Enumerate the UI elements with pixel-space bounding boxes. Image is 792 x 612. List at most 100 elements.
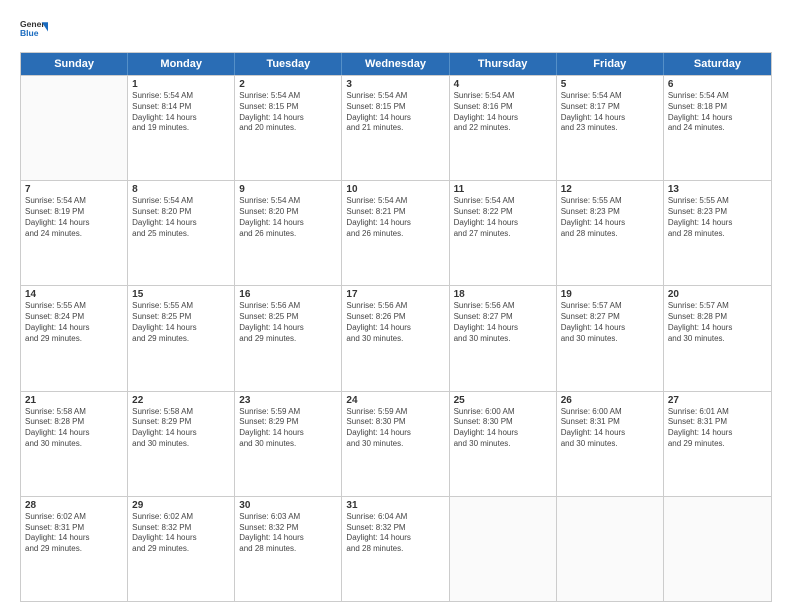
day-number: 1 <box>132 79 230 90</box>
day-number: 24 <box>346 395 444 406</box>
daylight-hours: Daylight: 14 hours <box>346 533 444 544</box>
daylight-minutes: and 30 minutes. <box>454 334 552 345</box>
daylight-minutes: and 28 minutes. <box>239 544 337 555</box>
day-number: 4 <box>454 79 552 90</box>
calendar-cell-13: 13Sunrise: 5:55 AMSunset: 8:23 PMDayligh… <box>664 181 771 285</box>
svg-text:Blue: Blue <box>20 28 39 38</box>
calendar-cell-4: 4Sunrise: 5:54 AMSunset: 8:16 PMDaylight… <box>450 76 557 180</box>
calendar-row-3: 14Sunrise: 5:55 AMSunset: 8:24 PMDayligh… <box>21 285 771 390</box>
daylight-hours: Daylight: 14 hours <box>346 428 444 439</box>
daylight-hours: Daylight: 14 hours <box>239 533 337 544</box>
sunset-text: Sunset: 8:22 PM <box>454 207 552 218</box>
sunset-text: Sunset: 8:19 PM <box>25 207 123 218</box>
logo: General Blue <box>20 16 48 44</box>
day-number: 9 <box>239 184 337 195</box>
daylight-minutes: and 23 minutes. <box>561 123 659 134</box>
sunrise-text: Sunrise: 5:59 AM <box>239 407 337 418</box>
daylight-minutes: and 26 minutes. <box>346 229 444 240</box>
sunset-text: Sunset: 8:32 PM <box>239 523 337 534</box>
calendar-cell-25: 25Sunrise: 6:00 AMSunset: 8:30 PMDayligh… <box>450 392 557 496</box>
sunset-text: Sunset: 8:20 PM <box>239 207 337 218</box>
daylight-hours: Daylight: 14 hours <box>561 218 659 229</box>
sunset-text: Sunset: 8:29 PM <box>132 417 230 428</box>
header-day-thursday: Thursday <box>450 53 557 75</box>
sunset-text: Sunset: 8:28 PM <box>25 417 123 428</box>
daylight-hours: Daylight: 14 hours <box>239 113 337 124</box>
sunrise-text: Sunrise: 6:00 AM <box>561 407 659 418</box>
day-number: 17 <box>346 289 444 300</box>
daylight-hours: Daylight: 14 hours <box>454 218 552 229</box>
sunrise-text: Sunrise: 5:55 AM <box>25 301 123 312</box>
daylight-minutes: and 28 minutes. <box>346 544 444 555</box>
sunrise-text: Sunrise: 5:57 AM <box>561 301 659 312</box>
daylight-minutes: and 20 minutes. <box>239 123 337 134</box>
day-number: 18 <box>454 289 552 300</box>
daylight-minutes: and 30 minutes. <box>239 439 337 450</box>
daylight-hours: Daylight: 14 hours <box>346 323 444 334</box>
sunrise-text: Sunrise: 5:54 AM <box>132 196 230 207</box>
sunrise-text: Sunrise: 6:00 AM <box>454 407 552 418</box>
daylight-hours: Daylight: 14 hours <box>668 218 767 229</box>
calendar-cell-empty <box>557 497 664 601</box>
daylight-minutes: and 30 minutes. <box>668 334 767 345</box>
daylight-hours: Daylight: 14 hours <box>132 113 230 124</box>
daylight-hours: Daylight: 14 hours <box>132 428 230 439</box>
sunrise-text: Sunrise: 5:55 AM <box>668 196 767 207</box>
sunrise-text: Sunrise: 5:56 AM <box>239 301 337 312</box>
sunset-text: Sunset: 8:32 PM <box>132 523 230 534</box>
calendar-row-1: 1Sunrise: 5:54 AMSunset: 8:14 PMDaylight… <box>21 75 771 180</box>
sunset-text: Sunset: 8:17 PM <box>561 102 659 113</box>
calendar-cell-5: 5Sunrise: 5:54 AMSunset: 8:17 PMDaylight… <box>557 76 664 180</box>
calendar-cell-23: 23Sunrise: 5:59 AMSunset: 8:29 PMDayligh… <box>235 392 342 496</box>
day-number: 25 <box>454 395 552 406</box>
day-number: 21 <box>25 395 123 406</box>
day-number: 22 <box>132 395 230 406</box>
daylight-minutes: and 30 minutes. <box>346 439 444 450</box>
day-number: 20 <box>668 289 767 300</box>
daylight-minutes: and 30 minutes. <box>132 439 230 450</box>
day-number: 19 <box>561 289 659 300</box>
sunset-text: Sunset: 8:27 PM <box>454 312 552 323</box>
daylight-hours: Daylight: 14 hours <box>132 323 230 334</box>
daylight-minutes: and 24 minutes. <box>25 229 123 240</box>
day-number: 28 <box>25 500 123 511</box>
calendar-cell-24: 24Sunrise: 5:59 AMSunset: 8:30 PMDayligh… <box>342 392 449 496</box>
sunrise-text: Sunrise: 5:57 AM <box>668 301 767 312</box>
day-number: 11 <box>454 184 552 195</box>
calendar: SundayMondayTuesdayWednesdayThursdayFrid… <box>20 52 772 602</box>
calendar-cell-9: 9Sunrise: 5:54 AMSunset: 8:20 PMDaylight… <box>235 181 342 285</box>
sunset-text: Sunset: 8:30 PM <box>346 417 444 428</box>
daylight-hours: Daylight: 14 hours <box>668 428 767 439</box>
daylight-hours: Daylight: 14 hours <box>239 323 337 334</box>
sunrise-text: Sunrise: 5:54 AM <box>239 196 337 207</box>
daylight-minutes: and 29 minutes. <box>25 544 123 555</box>
day-number: 10 <box>346 184 444 195</box>
calendar-cell-10: 10Sunrise: 5:54 AMSunset: 8:21 PMDayligh… <box>342 181 449 285</box>
daylight-hours: Daylight: 14 hours <box>454 428 552 439</box>
sunset-text: Sunset: 8:32 PM <box>346 523 444 534</box>
sunrise-text: Sunrise: 5:58 AM <box>25 407 123 418</box>
daylight-minutes: and 30 minutes. <box>346 334 444 345</box>
daylight-hours: Daylight: 14 hours <box>25 323 123 334</box>
sunset-text: Sunset: 8:31 PM <box>561 417 659 428</box>
daylight-hours: Daylight: 14 hours <box>25 428 123 439</box>
daylight-minutes: and 29 minutes. <box>668 439 767 450</box>
calendar-cell-6: 6Sunrise: 5:54 AMSunset: 8:18 PMDaylight… <box>664 76 771 180</box>
calendar-cell-27: 27Sunrise: 6:01 AMSunset: 8:31 PMDayligh… <box>664 392 771 496</box>
calendar-page: General Blue SundayMondayTuesdayWednesda… <box>0 0 792 612</box>
calendar-cell-1: 1Sunrise: 5:54 AMSunset: 8:14 PMDaylight… <box>128 76 235 180</box>
calendar-row-4: 21Sunrise: 5:58 AMSunset: 8:28 PMDayligh… <box>21 391 771 496</box>
day-number: 16 <box>239 289 337 300</box>
sunset-text: Sunset: 8:23 PM <box>561 207 659 218</box>
sunrise-text: Sunrise: 6:02 AM <box>132 512 230 523</box>
logo-icon: General Blue <box>20 16 48 44</box>
daylight-minutes: and 28 minutes. <box>561 229 659 240</box>
calendar-header: SundayMondayTuesdayWednesdayThursdayFrid… <box>21 53 771 75</box>
sunset-text: Sunset: 8:23 PM <box>668 207 767 218</box>
day-number: 23 <box>239 395 337 406</box>
calendar-cell-14: 14Sunrise: 5:55 AMSunset: 8:24 PMDayligh… <box>21 286 128 390</box>
sunrise-text: Sunrise: 5:56 AM <box>454 301 552 312</box>
daylight-minutes: and 29 minutes. <box>132 334 230 345</box>
daylight-hours: Daylight: 14 hours <box>132 533 230 544</box>
header-day-saturday: Saturday <box>664 53 771 75</box>
